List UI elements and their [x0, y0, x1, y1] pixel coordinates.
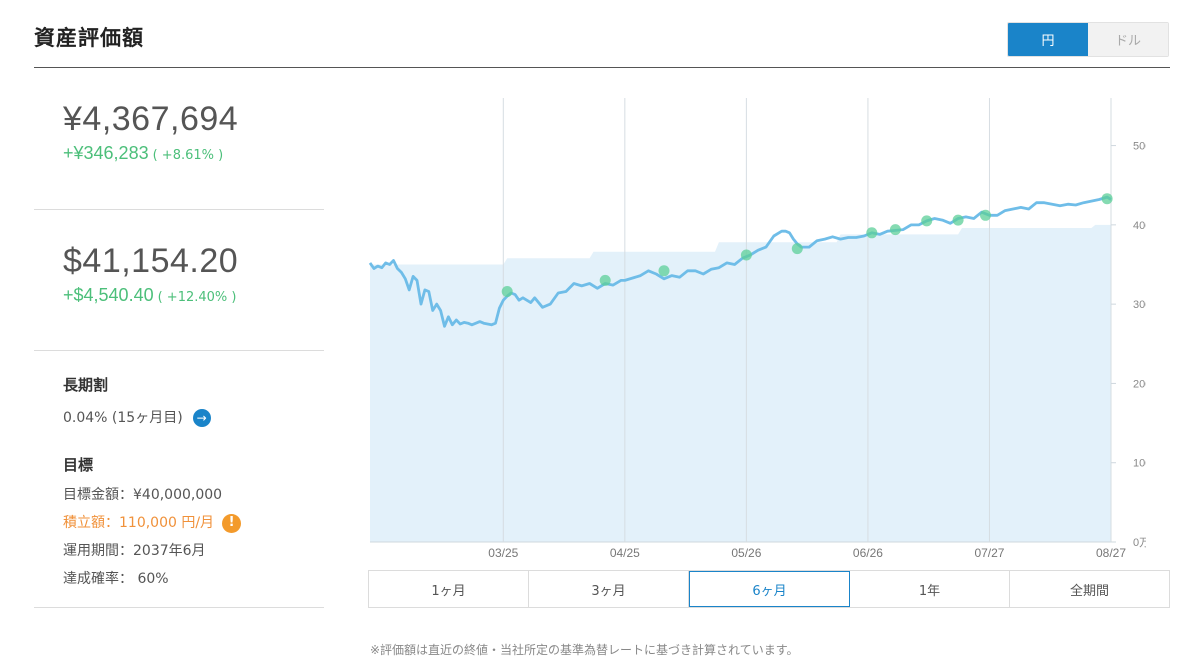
deposit-marker: [889, 224, 901, 236]
yen-gain-line: +¥346,283( +8.61% ): [63, 143, 324, 164]
range-tab-3m[interactable]: 3ヶ月: [529, 571, 689, 607]
goal-probability: 達成確率： 60%: [63, 571, 169, 587]
footnote: ※評価額は直近の終値・当社所定の基準為替レートに基づき計算されています。: [370, 643, 799, 657]
usd-total-value: $41,154.20: [63, 242, 239, 280]
warning-icon[interactable]: !: [222, 513, 242, 533]
yen-gain-amount: +¥346,283: [63, 143, 149, 163]
long-term-row: 0.04% (15ヶ月目) →: [63, 408, 324, 428]
y-tick-label: 500万: [1133, 141, 1146, 153]
x-tick-label: 07/27: [974, 546, 1004, 560]
goal-monthly-row: 積立額：110,000 円/月 !: [63, 513, 324, 533]
range-tab-6m[interactable]: 6ヶ月: [689, 571, 850, 607]
deposit-marker: [866, 227, 878, 239]
long-term-value: 0.04% (15ヶ月目): [63, 410, 183, 426]
y-tick-label: 0万: [1133, 537, 1146, 549]
deposit-marker: [952, 214, 964, 226]
asset-chart: 03/25 04/25 05/26 06/26 07/27 08/27 0万 100万 200万…: [366, 95, 1146, 565]
arrow-right-icon[interactable]: →: [192, 409, 211, 427]
yen-gain-percent: ( +8.61% ): [152, 148, 224, 163]
usd-value-block: $41,154.20 +$4,540.40( +12.40% ): [34, 210, 324, 351]
deposit-marker: [1101, 193, 1113, 205]
deposit-marker: [740, 249, 752, 261]
summary-panel: ¥4,367,694 +¥346,283( +8.61% ) $41,154.2…: [34, 68, 324, 608]
currency-toggle: 円 ドル: [1007, 22, 1169, 57]
deposit-marker: [980, 209, 991, 221]
deposit-marker: [599, 274, 611, 286]
x-tick-label: 04/25: [610, 546, 640, 560]
goal-label: 目標: [63, 456, 94, 474]
y-tick-label: 200万: [1133, 378, 1146, 390]
y-tick-label: 100万: [1133, 458, 1146, 470]
x-tick-label: 08/27: [1096, 546, 1126, 560]
range-tabs: 1ヶ月 3ヶ月 6ヶ月 1年 全期間: [368, 570, 1170, 608]
y-tick-label: 300万: [1133, 299, 1146, 311]
invested-area: [370, 224, 1111, 542]
x-tick-label: 06/26: [853, 546, 883, 560]
deposit-marker: [658, 265, 670, 277]
long-term-label: 長期割: [63, 376, 109, 394]
goal-period: 運用期間：2037年6月: [63, 543, 206, 559]
currency-dollar-button[interactable]: ドル: [1088, 23, 1168, 56]
usd-gain-line: +$4,540.40( +12.40% ): [63, 285, 324, 306]
usd-gain-amount: +$4,540.40: [63, 285, 154, 305]
x-tick-label: 05/26: [731, 546, 761, 560]
x-tick-label: 03/25: [488, 546, 518, 560]
goal-target-amount: 目標金額：¥40,000,000: [63, 487, 223, 503]
deposit-marker: [921, 215, 933, 227]
yen-value-block: ¥4,367,694 +¥346,283( +8.61% ): [34, 68, 324, 210]
asset-chart-svg: 03/25 04/25 05/26 06/26 07/27 08/27 0万 100万 200万…: [368, 98, 1146, 560]
goal-block: 長期割 0.04% (15ヶ月目) → 目標 目標金額：¥40,000,000 …: [34, 351, 324, 608]
usd-gain-percent: ( +12.40% ): [157, 290, 237, 305]
page-title: 資産評価額: [34, 26, 144, 50]
y-tick-label: 400万: [1133, 220, 1146, 232]
goal-monthly-amount: 積立額：110,000 円/月: [63, 515, 215, 531]
currency-yen-button[interactable]: 円: [1008, 23, 1088, 56]
range-tab-1y[interactable]: 1年: [850, 571, 1010, 607]
deposit-marker: [501, 286, 513, 297]
deposit-marker: [791, 243, 803, 255]
range-tab-all[interactable]: 全期間: [1010, 571, 1169, 607]
range-tab-1m[interactable]: 1ヶ月: [369, 571, 529, 607]
yen-total-value: ¥4,367,694: [63, 100, 239, 138]
